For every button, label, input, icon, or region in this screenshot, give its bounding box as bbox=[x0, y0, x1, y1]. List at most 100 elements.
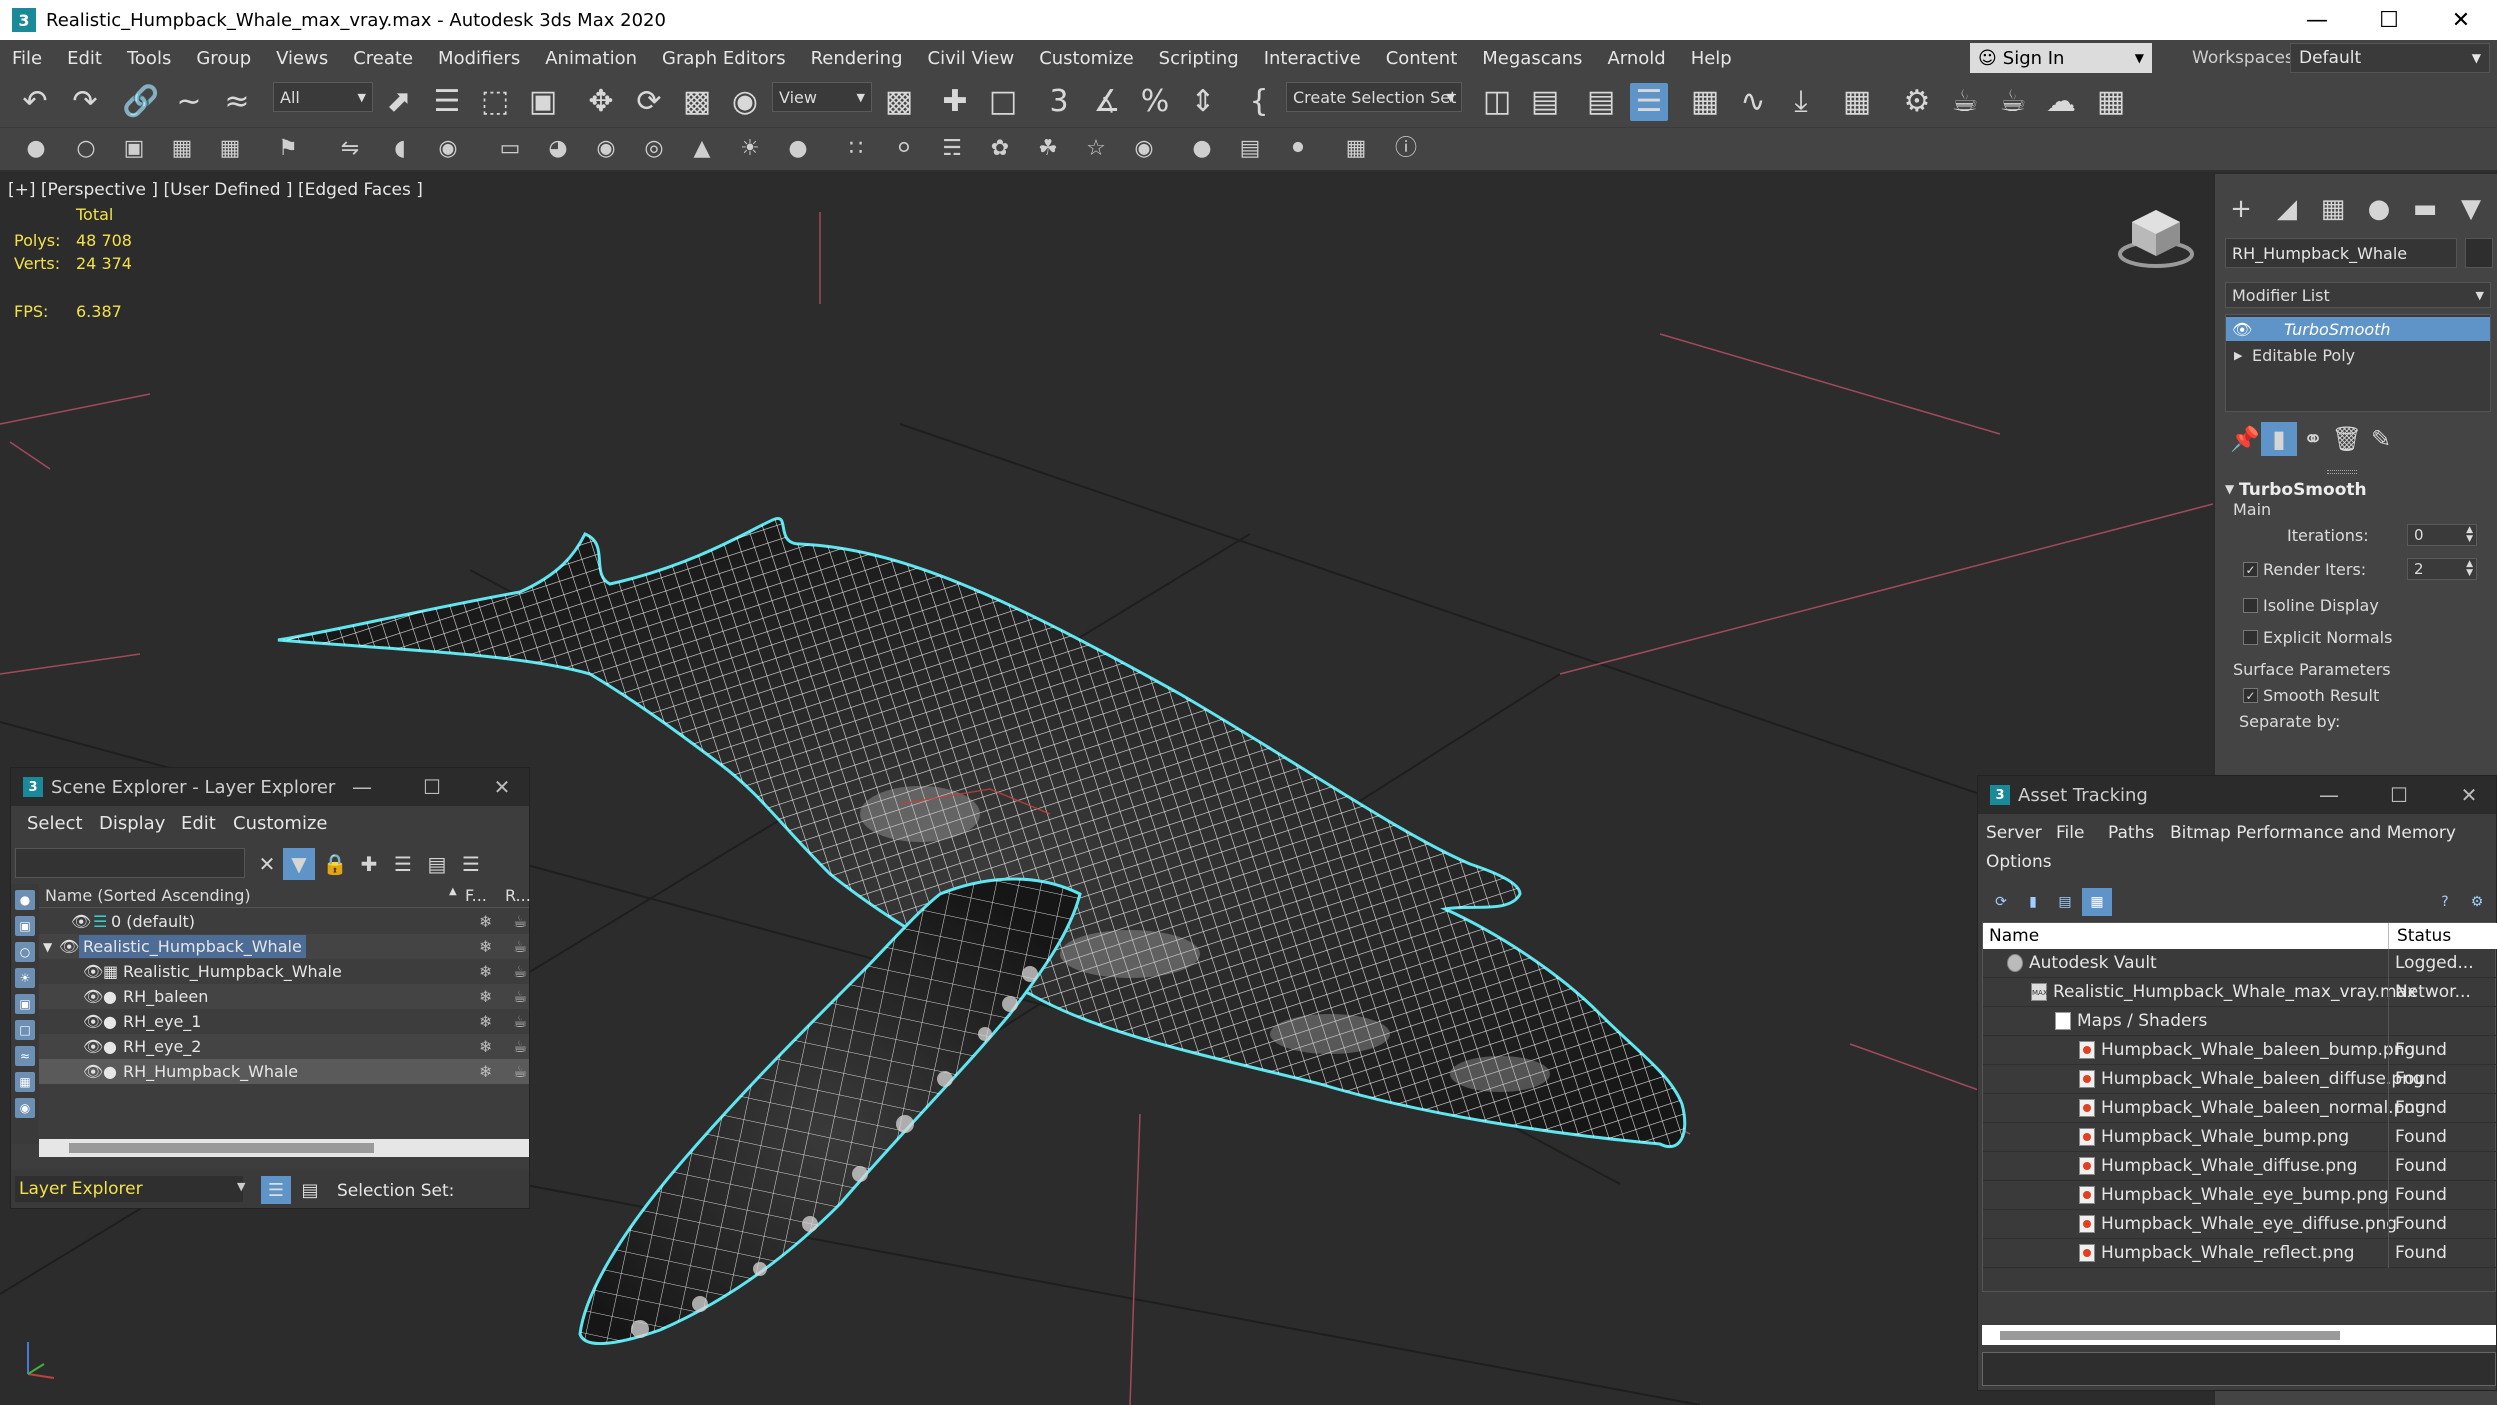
mesh-icon[interactable]: ☆ bbox=[1080, 132, 1112, 166]
table-row[interactable]: 👁 ● RH_Humpback_Whale ❄ ☕ bbox=[39, 1059, 529, 1084]
table-row[interactable]: ▼ 👁 Realistic_Humpback_Whale ❄ ☕ bbox=[39, 934, 529, 959]
close-button[interactable]: ✕ bbox=[2444, 776, 2494, 814]
smooth-result-checkbox[interactable]: ✓ bbox=[2243, 688, 2258, 703]
box-icon[interactable]: ▣ bbox=[118, 132, 150, 166]
column-renderable[interactable]: R... bbox=[505, 886, 531, 905]
table-row[interactable]: 👁 ▦ Realistic_Humpback_Whale ❄ ☕ bbox=[39, 959, 529, 984]
scale-icon[interactable]: ▩ bbox=[678, 83, 716, 121]
table-row[interactable]: Humpback_Whale_baleen_diffuse.png Found bbox=[1983, 1065, 2497, 1094]
snap-icon[interactable]: 3 bbox=[1040, 83, 1078, 121]
display-shapes-icon[interactable]: ○ bbox=[15, 942, 35, 962]
link-icon[interactable]: 🔗 bbox=[122, 83, 160, 121]
at-menu-paths[interactable]: Paths bbox=[2108, 823, 2154, 843]
menu-tools[interactable]: Tools bbox=[115, 48, 184, 69]
expand-arrow-icon[interactable]: ▼ bbox=[43, 940, 52, 954]
at-menu-server[interactable]: Server bbox=[1986, 823, 2042, 843]
table-icon[interactable]: ▦ bbox=[166, 132, 198, 166]
table-row[interactable]: 👁 ● RH_baleen ❄ ☕ bbox=[39, 984, 529, 1009]
torus-icon[interactable]: ◎ bbox=[638, 132, 670, 166]
material-editor-icon[interactable]: ▦ bbox=[1838, 83, 1876, 121]
refresh-icon[interactable]: ⟳ bbox=[1986, 888, 2016, 916]
menu-group[interactable]: Group bbox=[184, 48, 264, 69]
toggle-scene-explorer-icon[interactable]: ▤ bbox=[1582, 83, 1620, 121]
tree-view-icon[interactable]: ▤ bbox=[2050, 888, 2080, 916]
eye-icon[interactable]: 👁 bbox=[2232, 320, 2252, 339]
material-ball-icon[interactable]: ● bbox=[1186, 132, 1218, 166]
display-helpers-icon[interactable]: □ bbox=[15, 1020, 35, 1040]
menu-graph-editors[interactable]: Graph Editors bbox=[650, 48, 799, 69]
export-icon[interactable]: ▦ bbox=[1340, 132, 1372, 166]
menu-animation[interactable]: Animation bbox=[533, 48, 650, 69]
close-button[interactable]: ✕ bbox=[477, 768, 527, 806]
particles-icon[interactable]: ∷ bbox=[840, 132, 872, 166]
add-layer-icon[interactable]: ✚ bbox=[353, 848, 385, 880]
filter-icon[interactable]: ▼ bbox=[283, 848, 315, 880]
configure-sets-icon[interactable]: ✎ bbox=[2363, 422, 2399, 456]
render-setup-icon[interactable]: ⚙ bbox=[1898, 83, 1936, 121]
object-name-field[interactable]: RH_Humpback_Whale bbox=[2225, 238, 2457, 268]
render-icon[interactable]: ☕ bbox=[513, 912, 527, 931]
eye-icon[interactable]: 👁 bbox=[59, 937, 79, 956]
eye-icon[interactable]: 👁 bbox=[83, 1062, 103, 1081]
asset-tracking-titlebar[interactable]: 3 Asset Tracking — ☐ ✕ bbox=[1978, 776, 2496, 814]
freeze-icon[interactable]: ❄ bbox=[479, 1012, 492, 1031]
undo-icon[interactable]: ↶ bbox=[16, 83, 54, 121]
display-spacewarps-icon[interactable]: ≈ bbox=[15, 1046, 35, 1066]
rollout-title[interactable]: TurboSmooth bbox=[2239, 480, 2367, 500]
selection-filter-select[interactable]: All ▼ bbox=[273, 82, 373, 112]
rectangular-selection-icon[interactable]: ⬚ bbox=[476, 83, 514, 121]
layer-icon[interactable]: ☰ bbox=[1630, 83, 1668, 121]
viewport-label[interactable]: [+] [Perspective ] [User Defined ] [Edge… bbox=[8, 180, 423, 200]
pivot-center-icon[interactable]: ▩ bbox=[880, 83, 918, 121]
pin-icon[interactable]: 📌 bbox=[2227, 422, 2263, 456]
menu-megascans[interactable]: Megascans bbox=[1470, 48, 1595, 69]
edit-named-selection-icon[interactable]: { bbox=[1240, 83, 1278, 121]
layers-icon[interactable]: ☰ bbox=[261, 1176, 291, 1204]
at-menu-bitmap-performance[interactable]: Bitmap Performance and Memory bbox=[2170, 823, 2456, 843]
rollout-collapse-icon[interactable]: ▼ bbox=[2225, 482, 2234, 496]
at-menu-file[interactable]: File bbox=[2056, 823, 2084, 843]
column-name[interactable]: Name bbox=[1989, 926, 2039, 946]
menu-file[interactable]: File bbox=[0, 48, 55, 69]
menu-arnold[interactable]: Arnold bbox=[1595, 48, 1678, 69]
sign-in-button[interactable]: ☺ Sign In ▼ bbox=[1970, 43, 2152, 73]
menu-civil-view[interactable]: Civil View bbox=[916, 48, 1028, 69]
scatter-icon[interactable]: ◉ bbox=[1128, 132, 1160, 166]
table-row[interactable]: 👁 ☰ 0 (default) ❄ ☕ bbox=[39, 909, 529, 934]
table-view-icon[interactable]: ▦ bbox=[2082, 888, 2112, 916]
help-icon[interactable]: ? bbox=[2430, 888, 2460, 916]
se-horizontal-scrollbar[interactable] bbox=[39, 1139, 529, 1157]
column-frozen[interactable]: F... bbox=[465, 886, 487, 905]
explicit-normals-checkbox[interactable] bbox=[2243, 630, 2258, 645]
show-end-result-icon[interactable]: ▮ bbox=[2261, 422, 2297, 456]
spinner-arrows-icon[interactable]: ▲ ▼ bbox=[2466, 526, 2473, 544]
angle-snap-icon[interactable]: ∡ bbox=[1088, 83, 1126, 121]
menu-views[interactable]: Views bbox=[264, 48, 341, 69]
eye-icon[interactable]: 👁 bbox=[83, 962, 103, 981]
percent-snap-icon[interactable]: % bbox=[1136, 83, 1174, 121]
freeze-icon[interactable]: ❄ bbox=[479, 1037, 492, 1056]
table-row[interactable]: Autodesk Vault Logged... bbox=[1983, 949, 2497, 978]
menu-interactive[interactable]: Interactive bbox=[1252, 48, 1374, 69]
schematic-view-icon[interactable]: ⤓ bbox=[1782, 83, 1820, 121]
trash-icon[interactable]: 🗑 bbox=[2329, 422, 2365, 456]
expand-arrow-icon[interactable]: ▶ bbox=[2234, 349, 2242, 362]
iterations-spinner[interactable]: 0 ▲ ▼ bbox=[2407, 524, 2477, 546]
plant-icon[interactable]: ☘ bbox=[1032, 132, 1064, 166]
eye-icon[interactable]: 👁 bbox=[83, 987, 103, 1006]
stack-item-turbosmooth[interactable]: 👁 TurboSmooth bbox=[2226, 317, 2490, 341]
freeze-icon[interactable]: ❄ bbox=[479, 912, 492, 931]
select-manipulate-icon[interactable]: ✚ bbox=[936, 83, 974, 121]
table-row[interactable]: Humpback_Whale_reflect.png Found bbox=[1983, 1239, 2497, 1268]
maximize-button[interactable]: ☐ bbox=[2353, 0, 2425, 40]
move-icon[interactable]: ✥ bbox=[582, 83, 620, 121]
render-icon[interactable]: ☕ bbox=[513, 1012, 527, 1031]
table-row[interactable]: 👁 ● RH_eye_2 ❄ ☕ bbox=[39, 1034, 529, 1059]
frame-buffer-icon[interactable]: ▤ bbox=[1234, 132, 1266, 166]
hemisphere-icon[interactable]: ◕ bbox=[542, 132, 574, 166]
freeze-icon[interactable]: ❄ bbox=[479, 937, 492, 956]
settings-icon[interactable]: ⚙ bbox=[2462, 888, 2492, 916]
se-search-input[interactable] bbox=[15, 848, 245, 878]
table-row[interactable]: Maps / Shaders bbox=[1983, 1007, 2497, 1036]
scene-explorer-titlebar[interactable]: 3 Scene Explorer - Layer Explorer — ☐ ✕ bbox=[11, 768, 529, 806]
